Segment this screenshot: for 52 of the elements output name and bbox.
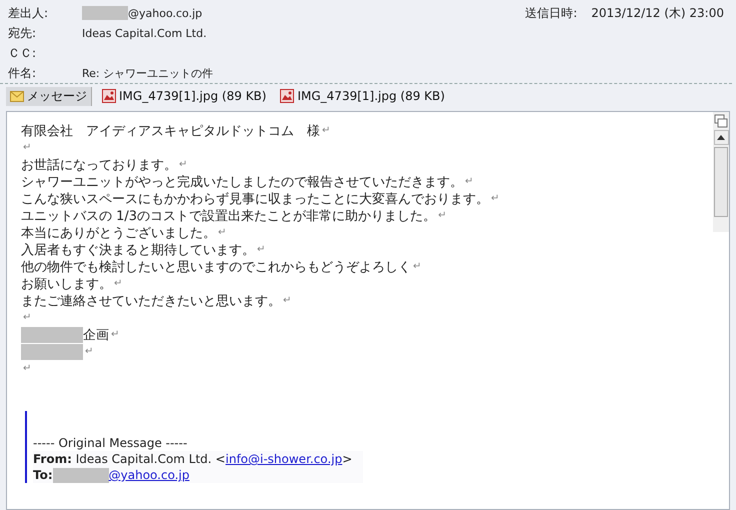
paragraph-mark: ↵ [438, 210, 446, 221]
paragraph-mark: ↵ [179, 159, 188, 170]
paragraph-mark: ↵ [23, 142, 32, 153]
field-value: Re: シャワーユニットの件 [82, 66, 214, 80]
body-text: お願いします。 [21, 276, 112, 292]
body-text: またご連絡させていただきたいと思います。 [21, 292, 281, 310]
field-value: Ideas Capital.Com Ltd. [82, 26, 207, 40]
paragraph-mark: ↵ [85, 346, 94, 357]
attachment-tab[interactable]: メッセージ [6, 86, 92, 106]
body-text: 入居者もすぐ決まると期待しています。 [21, 242, 255, 258]
paragraph-mark: ↵ [283, 295, 292, 306]
email-link[interactable]: info@i-shower.co.jp [226, 452, 342, 466]
attachment-tab[interactable]: IMG_4739[1].jpg (89 KB) [98, 86, 270, 106]
sent-date: 2013/12/12 (木) 23:00 [591, 4, 724, 22]
bracket-text: > [342, 452, 352, 466]
envelope-icon [10, 90, 24, 102]
paragraph-mark: ↵ [111, 329, 120, 340]
paragraph-mark: ↵ [257, 244, 266, 255]
scroll-up-button[interactable] [714, 130, 728, 145]
paragraph-mark: ↵ [465, 176, 474, 187]
image-file-icon [102, 89, 116, 103]
paragraph-mark: ↵ [322, 125, 330, 136]
sent-label: 送信日時: [525, 4, 578, 22]
body-text: 企画 [83, 326, 109, 344]
sender-name: Ideas Capital.Com Ltd. < [74, 452, 226, 466]
image-file-icon [280, 89, 294, 103]
paragraph-mark: ↵ [114, 278, 122, 289]
body-text: 有限会社 アイディアスキャピタルドットコム 様 [21, 122, 320, 140]
body-text: 本当にありがとうございました。 [21, 224, 216, 242]
body-text: お世話になっております。 [21, 156, 177, 174]
separator-text: ----- Original Message ----- [33, 436, 188, 450]
field-value: @yahoo.co.jp [128, 6, 202, 20]
up-arrow-icon [717, 135, 725, 140]
to-label: To: [33, 468, 53, 482]
paragraph-mark: ↵ [491, 193, 500, 204]
paragraph-mark: ↵ [218, 227, 226, 238]
field-label: 差出人: [8, 4, 50, 22]
body-text: ユニットバスの 1/3のコストで設置出来たことが非常に助かりました。 [21, 208, 436, 224]
email-link[interactable]: @yahoo.co.jp [108, 468, 190, 482]
from-label: From: [33, 452, 72, 466]
field-label: ＣＣ: [8, 44, 38, 62]
field-label: 件名: [8, 64, 38, 82]
attachment-tab[interactable]: IMG_4739[1].jpg (89 KB) [276, 86, 449, 106]
body-text: こんな狭いスペースにもかかわらず見事に収まったことに大変喜んでおります。 [21, 190, 489, 208]
scroll-thumb[interactable] [714, 147, 728, 217]
scrollbar[interactable] [713, 112, 729, 232]
body-text: シャワーユニットがやっと完成いたしましたので報告させていただきます。 [21, 174, 463, 190]
field-label: 宛先: [8, 24, 38, 42]
paragraph-mark: ↵ [413, 261, 422, 272]
paragraph-mark: ↵ [23, 312, 32, 323]
body-text: 他の物件でも検討したいと思いますのでこれからもどうぞよろしく [21, 258, 411, 276]
paragraph-mark: ↵ [23, 363, 32, 374]
